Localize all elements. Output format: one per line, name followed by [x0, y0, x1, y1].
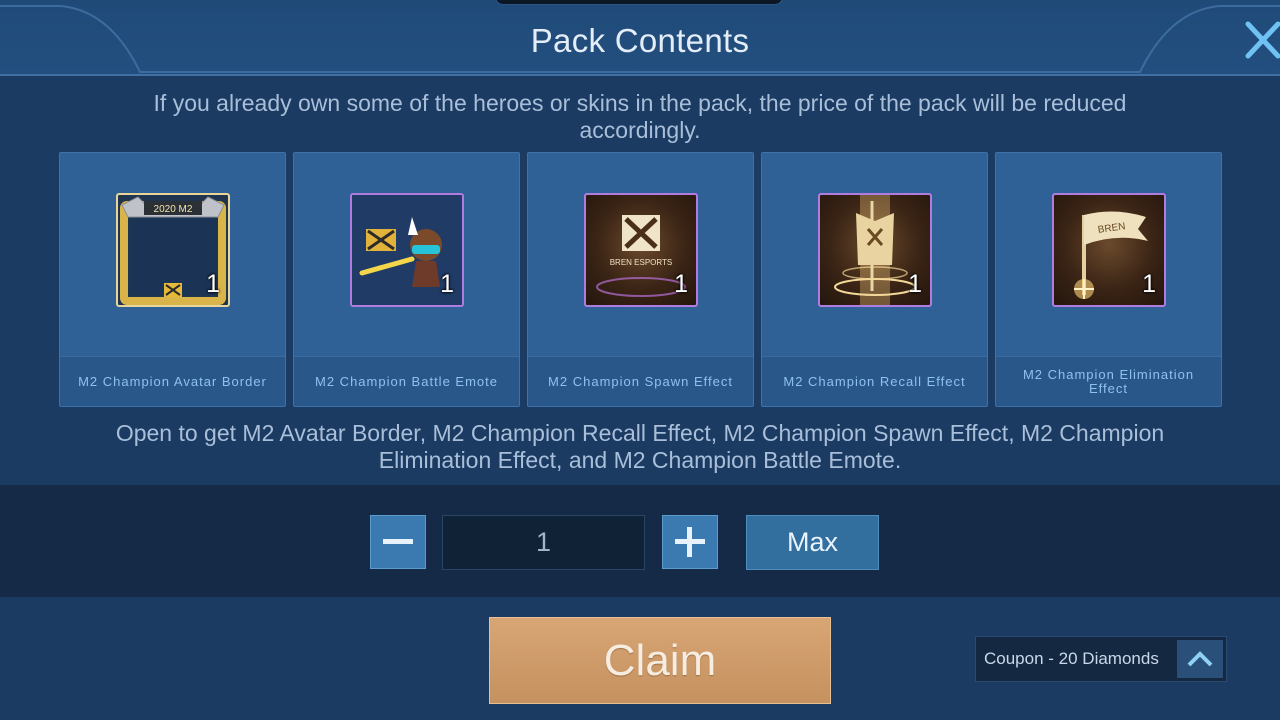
quantity-input[interactable]: 1 [442, 515, 645, 570]
battle-emote-icon: 1 [350, 193, 464, 307]
item-quantity: 1 [674, 270, 688, 298]
dialog-header: Pack Contents [0, 0, 1280, 76]
border-year-text: 2020 M2 [154, 204, 193, 215]
card-label-area: M2 Champion Recall Effect [762, 356, 987, 406]
item-name: M2 Champion Avatar Border [78, 373, 267, 389]
pack-contents-dialog: Pack Contents If you already own some of… [0, 0, 1280, 720]
item-name: M2 Champion Battle Emote [315, 373, 498, 389]
item-name: M2 Champion Elimination Effect [1022, 366, 1195, 396]
increase-quantity-button[interactable] [662, 515, 718, 569]
item-quantity: 1 [206, 270, 220, 298]
pack-item-card[interactable]: BREN 1 M2 Champion Elimination Effect [995, 152, 1222, 407]
spawn-effect-icon: BREN ESPORTS 1 [584, 193, 698, 307]
pack-item-card[interactable]: 2020 M2 1 M2 Champion Avatar Border [59, 152, 286, 407]
recall-effect-icon: 1 [818, 193, 932, 307]
coupon-label: Coupon - 20 Diamonds [984, 649, 1159, 668]
plus-icon [675, 527, 705, 557]
item-quantity: 1 [440, 270, 454, 298]
close-button[interactable] [1238, 14, 1280, 66]
card-label-area: M2 Champion Battle Emote [294, 356, 519, 406]
pack-item-card[interactable]: 1 M2 Champion Recall Effect [761, 152, 988, 407]
claim-button[interactable]: Claim [489, 617, 831, 704]
avatar-border-icon: 2020 M2 1 [116, 193, 230, 307]
minus-icon [383, 539, 413, 544]
close-icon [1245, 21, 1280, 59]
card-label-area: M2 Champion Avatar Border [60, 356, 285, 406]
elimination-effect-icon: BREN 1 [1052, 193, 1166, 307]
pack-item-card[interactable]: BREN ESPORTS 1 M2 Champion Spawn Effect [527, 152, 754, 407]
item-name: M2 Champion Spawn Effect [548, 373, 733, 389]
card-label-area: M2 Champion Spawn Effect [528, 356, 753, 406]
spawn-art-text: BREN ESPORTS [610, 258, 673, 267]
item-quantity: 1 [908, 270, 922, 298]
coupon-selector[interactable]: Coupon - 20 Diamonds [975, 636, 1227, 682]
top-notch [495, 0, 783, 5]
price-note: If you already own some of the heroes or… [153, 90, 1127, 143]
chevron-up-icon [1187, 651, 1213, 667]
coupon-expand-button[interactable] [1177, 640, 1223, 678]
card-label-area: M2 Champion Elimination Effect [996, 356, 1221, 406]
decrease-quantity-button[interactable] [370, 515, 426, 569]
page-title: Pack Contents [530, 22, 750, 59]
pack-item-card[interactable]: 1 M2 Champion Battle Emote [293, 152, 520, 407]
item-quantity: 1 [1142, 270, 1156, 298]
pack-description: Open to get M2 Avatar Border, M2 Champio… [115, 420, 1165, 473]
item-name: M2 Champion Recall Effect [783, 373, 966, 389]
max-quantity-button[interactable]: Max [746, 515, 879, 570]
